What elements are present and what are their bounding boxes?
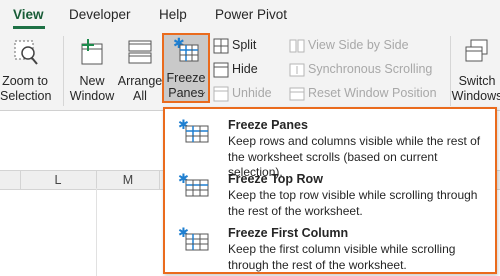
- synchronous-scrolling-label: Synchronous Scrolling: [308, 62, 433, 76]
- split-button[interactable]: Split: [213, 35, 256, 55]
- new-window-icon: [81, 39, 103, 65]
- tab-help[interactable]: Help: [159, 7, 187, 22]
- menu-item-freeze-panes[interactable]: ✱ Freeze Panes Keep rows and columns vis…: [165, 112, 495, 179]
- freeze-top-row-icon: ✱: [178, 172, 209, 197]
- arrange-all-button[interactable]: Arrange All: [116, 38, 164, 104]
- unhide-button[interactable]: Unhide: [213, 83, 272, 103]
- switch-windows-label: Switch Windows: [451, 74, 500, 103]
- hide-icon: [213, 62, 229, 78]
- column-header-l[interactable]: L: [20, 171, 97, 189]
- switch-windows-icon: [465, 39, 488, 62]
- freeze-panes-icon: ✱: [173, 37, 199, 62]
- reset-window-position-button[interactable]: Reset Window Position: [289, 83, 437, 103]
- menu-item-description: Keep the first column visible while scro…: [228, 242, 456, 272]
- view-side-by-side-icon: [289, 39, 305, 53]
- synchronous-scrolling-icon: [289, 63, 305, 77]
- menu-item-freeze-first-column[interactable]: ✱ Freeze First Column Keep the first col…: [165, 220, 495, 272]
- synchronous-scrolling-button[interactable]: Synchronous Scrolling: [289, 59, 432, 79]
- split-icon: [213, 38, 229, 54]
- split-label: Split: [232, 38, 257, 52]
- hide-button[interactable]: Hide: [213, 59, 258, 79]
- gridline: [96, 188, 97, 276]
- menu-item-title: Freeze Top Row: [228, 172, 323, 186]
- arrange-all-icon: [128, 40, 152, 64]
- zoom-to-selection-button[interactable]: Zoom to Selection: [0, 38, 52, 104]
- freeze-panes-menu: ✱ Freeze Panes Keep rows and columns vis…: [163, 107, 497, 274]
- zoom-to-selection-label: Zoom to Selection: [0, 74, 52, 103]
- freeze-panes-button[interactable]: ✱ Freeze Panes ⌄: [162, 33, 210, 103]
- switch-windows-button[interactable]: Switch Windows: [450, 38, 500, 104]
- unhide-label: Unhide: [232, 86, 272, 100]
- unhide-icon: [213, 86, 229, 102]
- tab-power-pivot[interactable]: Power Pivot: [215, 7, 287, 22]
- reset-window-position-icon: [289, 87, 305, 101]
- freeze-panes-icon: ✱: [178, 118, 209, 143]
- menu-item-title: Freeze First Column: [228, 226, 349, 240]
- view-side-by-side-label: View Side by Side: [308, 38, 409, 52]
- hide-label: Hide: [232, 62, 258, 76]
- menu-item-freeze-top-row[interactable]: ✱ Freeze Top Row Keep the top row visibl…: [165, 166, 495, 218]
- tab-view[interactable]: View: [13, 7, 44, 22]
- menu-item-title: Freeze Panes: [228, 118, 308, 132]
- tab-developer[interactable]: Developer: [69, 7, 131, 22]
- menu-item-description: Keep the top row visible while scrolling…: [228, 188, 478, 218]
- reset-window-position-label: Reset Window Position: [308, 86, 437, 100]
- chevron-down-icon: ⌄: [200, 87, 207, 96]
- arrange-all-label: Arrange All: [117, 74, 163, 103]
- ribbon-tab-bar: View Developer Help Power Pivot: [0, 0, 500, 30]
- freeze-panes-label: Freeze Panes: [166, 71, 206, 100]
- view-side-by-side-button[interactable]: View Side by Side: [289, 35, 409, 55]
- new-window-button[interactable]: New Window: [67, 38, 117, 104]
- active-tab-indicator: [13, 26, 45, 29]
- column-header-blank: [0, 171, 21, 189]
- freeze-first-column-icon: ✱: [178, 226, 209, 251]
- zoom-to-selection-icon: [14, 40, 38, 65]
- new-window-label: New Window: [69, 74, 115, 103]
- column-header-m[interactable]: M: [97, 171, 160, 189]
- group-divider: [63, 36, 64, 106]
